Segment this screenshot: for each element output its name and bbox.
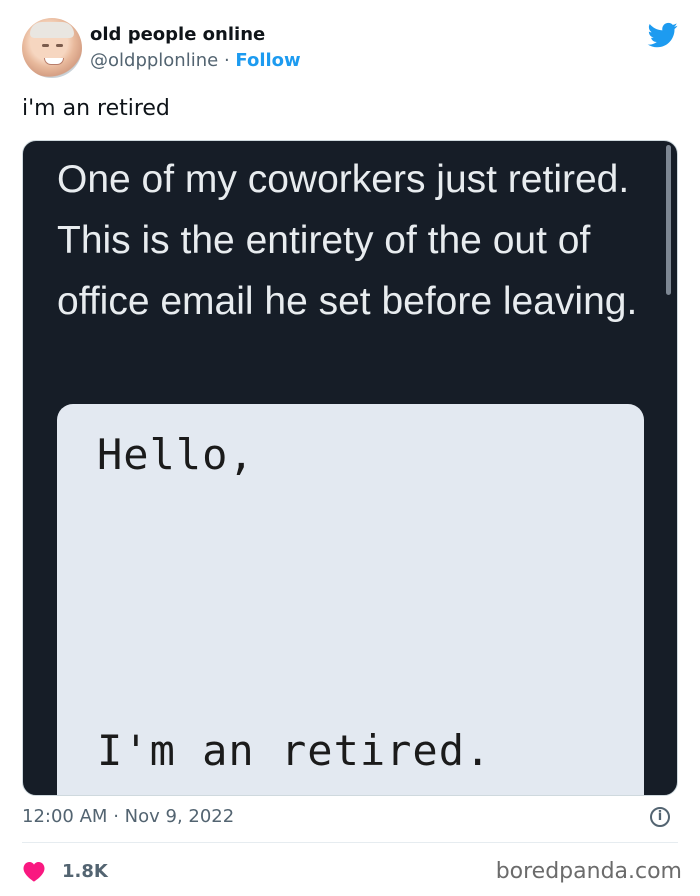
avatar[interactable] [22,18,82,78]
heart-icon[interactable] [22,860,46,882]
info-icon[interactable]: i [650,807,670,827]
author-handle[interactable]: @oldpplonline [90,50,218,71]
media-caption: One of my coworkers just retired. This i… [57,158,638,323]
like-count: 1.8K [62,860,108,882]
author-name[interactable]: old people online [90,24,265,45]
tweet-text: i'm an retired [22,96,170,121]
twitter-bird-icon[interactable] [646,20,680,50]
watermark: boredpanda.com [495,859,682,884]
email-card: Hello, I'm an retired. [57,404,644,795]
divider [22,842,678,843]
tweet-time: 12:00 AM [22,806,108,827]
timestamp-separator: · [113,806,119,827]
scrollbar[interactable] [666,145,671,295]
email-greeting: Hello, [97,430,255,479]
tweet-media[interactable]: One of my coworkers just retired. This i… [22,140,678,796]
handle-separator: · [223,50,230,71]
tweet-header: old people online @oldpplonline · Follow [22,18,682,82]
author-handle-row: @oldpplonline · Follow [90,50,301,71]
like-action[interactable]: 1.8K [22,858,108,884]
email-body: I'm an retired. [97,726,492,775]
tweet-timestamp[interactable]: 12:00 AM · Nov 9, 2022 [22,806,234,827]
tweet-date: Nov 9, 2022 [124,806,235,827]
follow-button[interactable]: Follow [235,50,300,71]
